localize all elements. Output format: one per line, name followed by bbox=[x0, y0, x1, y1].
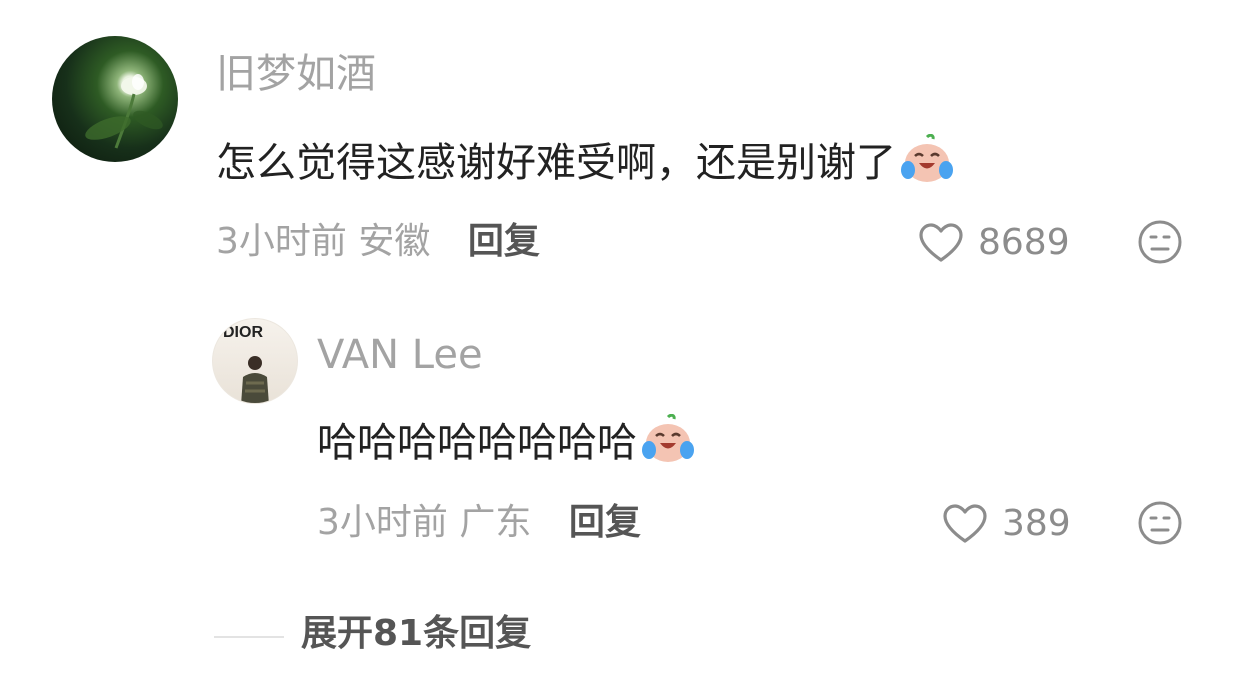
heart-icon bbox=[943, 504, 987, 543]
neutral-face-icon bbox=[1138, 220, 1182, 264]
laughing-tears-emoji-icon bbox=[641, 413, 695, 471]
like-count: 8689 bbox=[978, 222, 1070, 263]
reply-button[interactable]: 回复 bbox=[468, 221, 540, 262]
like-button[interactable]: 8689 bbox=[918, 222, 1070, 264]
reply-username[interactable]: VAN Lee bbox=[317, 335, 483, 375]
neutral-face-icon bbox=[1138, 501, 1182, 545]
reply-avatar-image: DIOR bbox=[223, 324, 269, 403]
avatar[interactable] bbox=[52, 36, 178, 162]
heart-icon bbox=[919, 223, 963, 262]
reply-text: 哈哈哈哈哈哈哈哈 bbox=[317, 413, 695, 471]
reply-location: 广东 bbox=[459, 502, 532, 543]
dislike-button[interactable] bbox=[1137, 219, 1183, 269]
comment-body: 怎么觉得这感谢好难受啊，还是别谢了 bbox=[216, 139, 896, 186]
reply-time: 3小时前 bbox=[317, 502, 448, 543]
comment-text: 怎么觉得这感谢好难受啊，还是别谢了 bbox=[216, 133, 954, 191]
expand-divider bbox=[214, 636, 284, 638]
laughing-tears-emoji-icon bbox=[900, 133, 954, 191]
comment-location: 安徽 bbox=[358, 221, 431, 262]
reply-meta: 3小时前 广东 回复 bbox=[317, 505, 641, 541]
reply-avatar[interactable]: DIOR bbox=[212, 318, 298, 404]
comment-thread: 旧梦如酒 怎么觉得这感谢好难受啊，还是别谢了 3小时前 安徽 回复 8689 D… bbox=[0, 0, 1260, 696]
reply-body: 哈哈哈哈哈哈哈哈 bbox=[317, 419, 637, 466]
reply-like-count: 389 bbox=[1002, 503, 1071, 544]
avatar-logo-text: DIOR bbox=[223, 324, 263, 341]
comment-time: 3小时前 bbox=[216, 221, 347, 262]
lotus-avatar-image bbox=[85, 74, 163, 149]
reply-dislike-button[interactable] bbox=[1137, 500, 1183, 550]
comment-meta: 3小时前 安徽 回复 bbox=[216, 224, 540, 260]
comment-username[interactable]: 旧梦如酒 bbox=[216, 54, 376, 94]
reply-reply-button[interactable]: 回复 bbox=[569, 502, 641, 543]
expand-replies-button[interactable]: 展开81条回复 bbox=[301, 616, 531, 652]
reply-like-button[interactable]: 389 bbox=[942, 503, 1071, 545]
